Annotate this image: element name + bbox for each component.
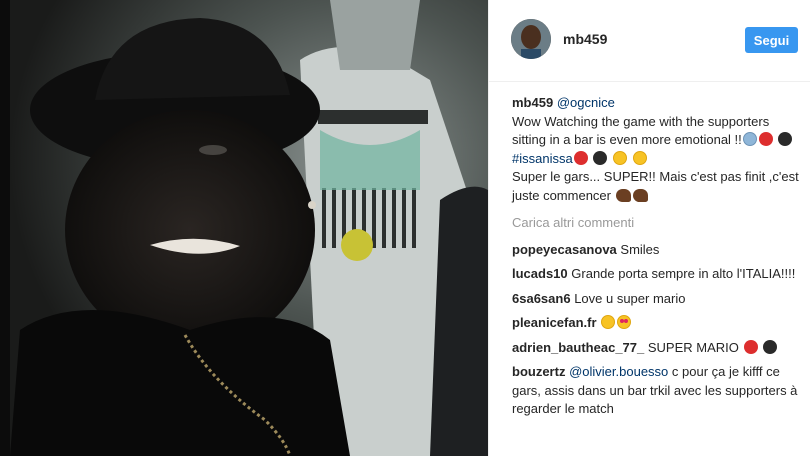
caption-mention[interactable]: @ogcnice bbox=[557, 95, 615, 110]
emoji-red-circle-icon bbox=[758, 132, 773, 146]
comment-username[interactable]: popeyecasanova bbox=[512, 242, 617, 257]
comment-text: Love u super mario bbox=[574, 290, 686, 306]
comment-username[interactable]: adrien_bautheac_77_ bbox=[512, 340, 644, 355]
comment-item: lucads10 Grande porta sempre in alto l'I… bbox=[512, 265, 804, 284]
caption-username[interactable]: mb459 bbox=[512, 95, 553, 110]
comment-item: pleanicefan.fr bbox=[512, 314, 804, 333]
comment-item: adrien_bautheac_77_ SUPER MARIO bbox=[512, 339, 804, 358]
emoji-smile-icon bbox=[632, 150, 647, 165]
comment-username[interactable]: lucads10 bbox=[512, 266, 568, 281]
video-still bbox=[0, 0, 488, 456]
load-more-comments[interactable]: Carica altri commenti bbox=[512, 214, 804, 233]
comment-mention[interactable]: @olivier.bouesso bbox=[569, 364, 668, 379]
comment-username[interactable]: 6sa6san6 bbox=[512, 291, 571, 306]
emoji-black-circle-icon bbox=[778, 132, 793, 146]
emoji-red-circle-icon bbox=[573, 150, 588, 165]
comment-text: Smiles bbox=[620, 241, 660, 257]
post-header: mb459 Segui bbox=[489, 0, 810, 82]
comment-username[interactable]: bouzertz bbox=[512, 364, 565, 379]
emoji-scream-icon bbox=[742, 132, 757, 146]
comment-item: popeyecasanova Smiles bbox=[512, 241, 804, 260]
emoji-black-circle-icon bbox=[763, 339, 778, 354]
caption-text-1: Wow Watching the game with the supporter… bbox=[512, 113, 770, 148]
header-username[interactable]: mb459 bbox=[563, 31, 607, 47]
emoji-heart-eyes-icon bbox=[617, 315, 632, 329]
emoji-flexed-arm-icon bbox=[615, 188, 631, 202]
comment-text: Grande porta sempre in alto l'ITALIA!!!! bbox=[571, 266, 796, 281]
emoji-flexed-arm-icon bbox=[632, 188, 648, 202]
avatar-image bbox=[511, 19, 551, 59]
emoji-red-circle-icon bbox=[743, 339, 758, 354]
emoji-grin-icon bbox=[601, 315, 616, 329]
video-frame[interactable] bbox=[0, 0, 488, 456]
caption: mb459 @ogcnice Wow Watching the game wit… bbox=[512, 94, 804, 205]
avatar[interactable] bbox=[511, 19, 551, 59]
follow-button[interactable]: Segui bbox=[745, 27, 798, 53]
post-panel: mb459 Segui mb459 @ogcnice Wow Watching … bbox=[488, 0, 810, 456]
comment-item: bouzertz @olivier.bouesso c pour ça je k… bbox=[512, 363, 804, 419]
emoji-smile-icon bbox=[612, 150, 627, 165]
comment-item: 6sa6san6 Love u super mario bbox=[512, 290, 804, 309]
comment-text: SUPER MARIO bbox=[647, 339, 739, 355]
comment-username[interactable]: pleanicefan.fr bbox=[512, 315, 597, 330]
emoji-black-circle-icon bbox=[593, 150, 608, 165]
comments-section: mb459 @ogcnice Wow Watching the game wit… bbox=[512, 94, 804, 425]
caption-hashtag[interactable]: #issanissa bbox=[512, 151, 573, 166]
caption-text-2: Super le gars... SUPER!! Mais c'est pas … bbox=[512, 169, 799, 203]
